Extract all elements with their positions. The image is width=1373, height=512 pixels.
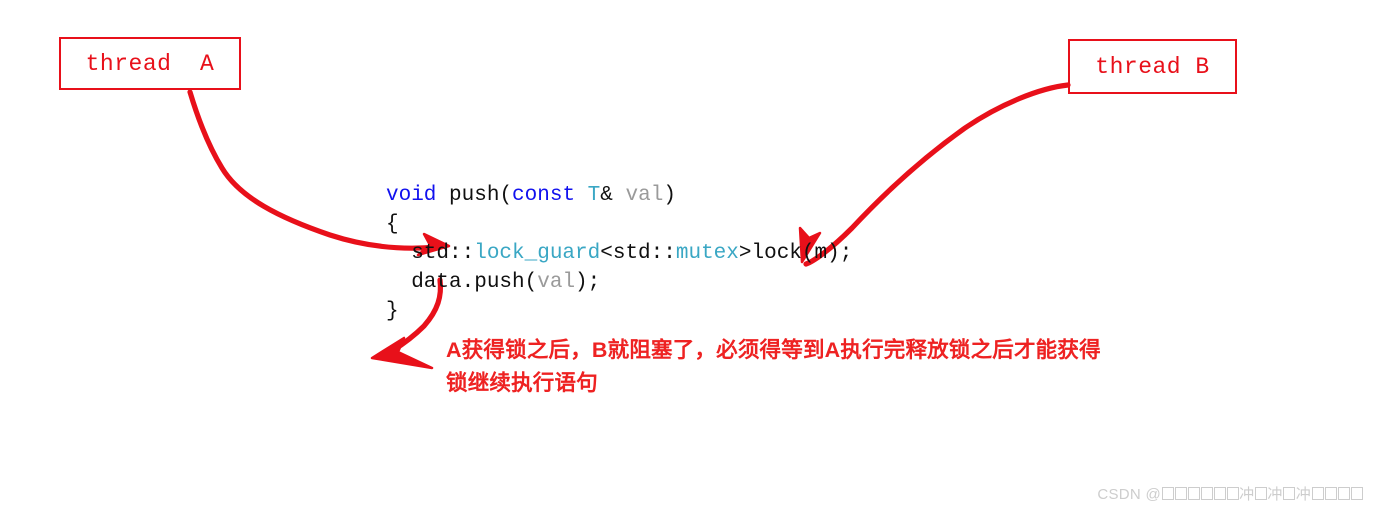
code-token-data-push-2: ); [575,271,601,294]
code-token-data-push-0: data.push( [411,271,538,294]
watermark-separator: 冲 [1267,486,1283,503]
watermark-glyph-box [1254,487,1267,500]
watermark-separator: 冲 [1295,486,1311,503]
annotation-note-line-2: 锁继续执行语句 [446,371,598,395]
watermark-glyph-box [1337,487,1350,500]
watermark-glyph-box [1174,487,1187,500]
watermark-glyph-box [1311,487,1324,500]
code-token-data-push-1: val [537,271,576,294]
code-snippet: void push(const T& val){ std::lock_guard… [386,181,852,326]
watermark-glyph-box [1200,487,1213,500]
code-token-lock-guard-2: <std:: [600,242,676,265]
thread-a-label-text: thread A [85,50,215,77]
watermark-glyph-box [1283,487,1296,500]
watermark-glyph-box [1226,487,1239,500]
code-token-lock-guard-3: mutex [675,242,739,265]
annotation-note-line-1: A获得锁之后，B就阻塞了，必须得等到A执行完释放锁之后才能获得 [446,338,1101,362]
code-token-signature-8: ) [663,184,676,207]
code-token-signature-4 [575,184,588,207]
watermark-glyph-box [1350,487,1363,500]
watermark-separator: 冲 [1239,486,1255,503]
code-token-close-brace-0: } [386,300,399,323]
watermark-glyph-box [1213,487,1226,500]
code-token-lock-guard-1: lock_guard [474,242,601,265]
code-token-signature-5: T [587,184,601,207]
code-token-signature-1: push [436,184,500,207]
csdn-watermark: CSDN @ 冲冲冲 [1097,483,1363,504]
code-token-signature-3: const [512,184,576,207]
code-line-lock-guard: std::lock_guard<std::mutex>lock(m); [386,239,852,268]
code-line-signature: void push(const T& val) [386,181,852,210]
code-line-open-brace: { [386,210,852,239]
thread-b-label-box: thread B [1068,39,1237,94]
code-line-data-push: data.push(val); [386,268,852,297]
watermark-glyph-box [1161,487,1174,500]
code-token-lock-guard-4: >lock(m); [738,242,853,265]
thread-b-label-text: thread B [1095,53,1210,80]
code-token-open-brace-0: { [386,213,399,236]
code-token-signature-6: & [600,184,626,207]
code-token-lock-guard-0: std:: [411,242,475,265]
code-token-signature-0: void [386,184,437,207]
watermark-glyph-box [1324,487,1337,500]
watermark-prefix: CSDN @ [1097,486,1162,503]
diagram-canvas: thread A thread B void push(const T& val… [0,0,1373,512]
code-token-signature-2: ( [499,184,513,207]
annotation-note: A获得锁之后，B就阻塞了，必须得等到A执行完释放锁之后才能获得 锁继续执行语句 [446,334,1326,400]
thread-a-label-box: thread A [59,37,241,90]
code-token-signature-7: val [625,184,664,207]
watermark-glyph-box [1187,487,1200,500]
code-line-close-brace: } [386,297,852,326]
